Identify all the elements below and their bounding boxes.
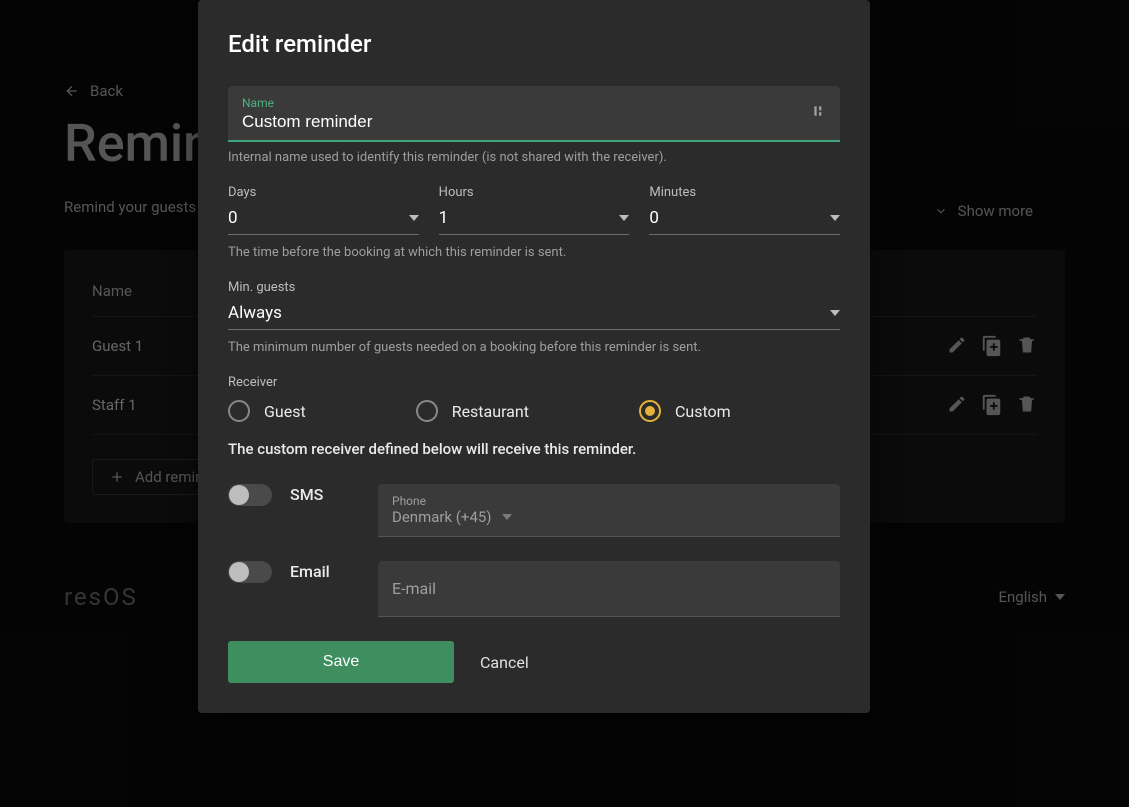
min-guests-value: Always bbox=[228, 303, 282, 323]
minutes-value: 0 bbox=[649, 208, 659, 228]
receiver-radio-guest[interactable]: Guest bbox=[228, 400, 306, 422]
phone-country-value: Denmark (+45) bbox=[392, 508, 492, 526]
chevron-down-icon bbox=[619, 215, 629, 221]
modal-title: Edit reminder bbox=[228, 30, 840, 58]
chevron-down-icon bbox=[409, 215, 419, 221]
sms-toggle-label: SMS bbox=[290, 484, 360, 504]
chevron-down-icon bbox=[830, 215, 840, 221]
radio-icon bbox=[228, 400, 250, 422]
input-assist-icon[interactable] bbox=[812, 104, 826, 118]
name-input[interactable] bbox=[242, 112, 826, 132]
radio-label: Custom bbox=[675, 402, 731, 421]
radio-label: Guest bbox=[264, 402, 306, 421]
minutes-select[interactable]: 0 bbox=[649, 204, 840, 235]
email-toggle[interactable] bbox=[228, 561, 272, 583]
hours-label: Hours bbox=[439, 185, 630, 200]
min-guests-hint: The minimum number of guests needed on a… bbox=[228, 340, 840, 355]
name-field[interactable]: Name bbox=[228, 86, 840, 142]
min-guests-select[interactable]: Always bbox=[228, 299, 840, 330]
phone-field[interactable]: Phone Denmark (+45) bbox=[378, 484, 840, 537]
receiver-radio-custom[interactable]: Custom bbox=[639, 400, 731, 422]
radio-label: Restaurant bbox=[452, 402, 529, 421]
phone-label: Phone bbox=[392, 494, 826, 508]
minutes-label: Minutes bbox=[649, 185, 840, 200]
email-toggle-label: Email bbox=[290, 561, 360, 581]
email-field[interactable]: E-mail bbox=[378, 561, 840, 617]
radio-icon bbox=[416, 400, 438, 422]
name-hint: Internal name used to identify this remi… bbox=[228, 150, 840, 165]
edit-reminder-modal: Edit reminder Name Internal name used to… bbox=[198, 0, 870, 713]
receiver-radio-restaurant[interactable]: Restaurant bbox=[416, 400, 529, 422]
sms-toggle[interactable] bbox=[228, 484, 272, 506]
email-placeholder: E-mail bbox=[392, 579, 436, 598]
chevron-down-icon bbox=[830, 310, 840, 316]
save-button[interactable]: Save bbox=[228, 641, 454, 683]
receiver-section-label: Receiver bbox=[228, 375, 840, 390]
name-label: Name bbox=[242, 96, 826, 110]
days-value: 0 bbox=[228, 208, 238, 228]
radio-icon bbox=[639, 400, 661, 422]
days-label: Days bbox=[228, 185, 419, 200]
days-select[interactable]: 0 bbox=[228, 204, 419, 235]
min-guests-label: Min. guests bbox=[228, 280, 840, 295]
chevron-down-icon bbox=[502, 514, 512, 520]
time-hint: The time before the booking at which thi… bbox=[228, 245, 840, 260]
hours-value: 1 bbox=[439, 208, 449, 228]
hours-select[interactable]: 1 bbox=[439, 204, 630, 235]
receiver-desc: The custom receiver defined below will r… bbox=[228, 440, 840, 458]
cancel-button[interactable]: Cancel bbox=[480, 653, 529, 672]
